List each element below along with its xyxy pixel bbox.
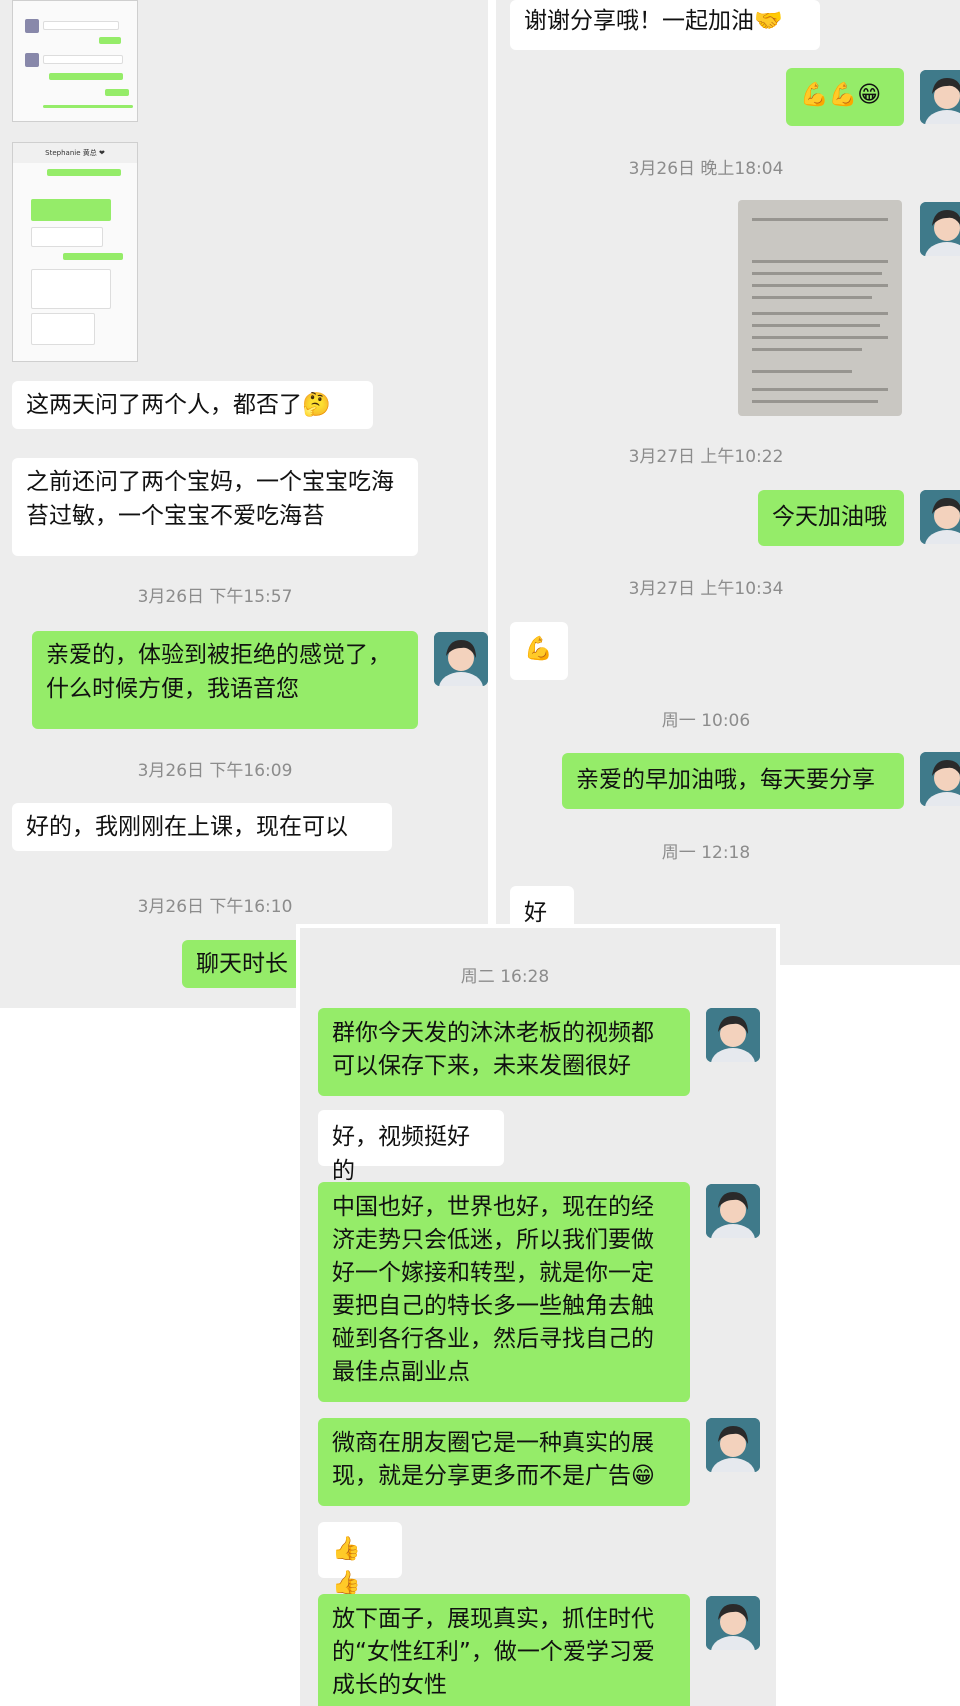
timestamp: 3月26日 下午16:10 bbox=[137, 897, 293, 917]
avatar[interactable] bbox=[920, 70, 960, 124]
timestamp: 周一 12:18 bbox=[661, 843, 751, 863]
message-bubble[interactable]: 微商在朋友圈它是一种真实的展现，就是分享更多而不是广告😁 bbox=[318, 1418, 690, 1506]
left-chat-panel: Stephanie 黄总 ❤ 这两天问了两个人，都否了🤔 之前还问了两个宝妈，一… bbox=[0, 0, 488, 1008]
avatar[interactable] bbox=[434, 632, 488, 686]
avatar[interactable] bbox=[920, 490, 960, 544]
message-bubble[interactable]: 好的，我刚刚在上课，现在可以 bbox=[12, 803, 392, 851]
avatar[interactable] bbox=[706, 1596, 760, 1650]
timestamp: 3月26日 下午16:09 bbox=[137, 761, 293, 781]
message-bubble[interactable]: 好，视频挺好的 bbox=[318, 1110, 504, 1184]
message-bubble[interactable]: 💪💪😁 bbox=[786, 68, 904, 126]
timestamp: 3月26日 晚上18:04 bbox=[628, 159, 784, 179]
timestamp: 3月27日 上午10:34 bbox=[628, 579, 784, 599]
message-bubble[interactable]: 亲爱的早加油哦，每天要分享 bbox=[562, 753, 904, 809]
message-bubble[interactable]: 中国也好，世界也好，现在的经济走势只会低迷，所以我们要做好一个嫁接和转型，就是你… bbox=[318, 1182, 690, 1402]
avatar[interactable] bbox=[920, 202, 960, 256]
bottom-chat-panel: 周二 16:28 群你今天发的沐沐老板的视频都可以保存下来，未来发圈很好 好，视… bbox=[300, 928, 776, 1706]
avatar[interactable] bbox=[706, 1008, 760, 1062]
chat-screenshot-thumbnail[interactable] bbox=[12, 0, 138, 122]
message-bubble[interactable]: 这两天问了两个人，都否了🤔 bbox=[12, 381, 373, 429]
message-bubble[interactable]: 👍👍 bbox=[318, 1522, 402, 1596]
timestamp: 3月26日 下午15:57 bbox=[137, 587, 293, 607]
message-bubble[interactable]: 今天加油哦 bbox=[758, 490, 904, 546]
avatar[interactable] bbox=[706, 1184, 760, 1238]
avatar[interactable] bbox=[706, 1418, 760, 1472]
timestamp: 3月27日 上午10:22 bbox=[628, 447, 784, 467]
message-bubble[interactable]: 💪 bbox=[510, 622, 568, 680]
timestamp: 周一 10:06 bbox=[661, 711, 751, 731]
avatar[interactable] bbox=[920, 752, 960, 806]
chat-screenshot-thumbnail[interactable]: Stephanie 黄总 ❤ bbox=[12, 142, 138, 362]
message-bubble[interactable]: 群你今天发的沐沐老板的视频都可以保存下来，未来发圈很好 bbox=[318, 1008, 690, 1096]
timestamp: 周二 16:28 bbox=[460, 967, 550, 987]
message-bubble[interactable]: 之前还问了两个宝妈，一个宝宝吃海苔过敏，一个宝宝不爱吃海苔 bbox=[12, 458, 418, 556]
thumbnail-header: Stephanie 黄总 ❤ bbox=[13, 143, 137, 163]
message-bubble[interactable]: 谢谢分享哦！一起加油🤝 bbox=[510, 0, 820, 50]
message-bubble[interactable]: 亲爱的，体验到被拒绝的感觉了，什么时候方便，我语音您 bbox=[32, 631, 418, 729]
book-page-photo[interactable] bbox=[738, 200, 902, 416]
right-chat-panel: 谢谢分享哦！一起加油🤝 💪💪😁 3月26日 晚上18:04 3月27日 上午10… bbox=[496, 0, 960, 965]
message-bubble[interactable]: 放下面子，展现真实，抓住时代的“女性红利”，做一个爱学习爱成长的女性 bbox=[318, 1594, 690, 1706]
